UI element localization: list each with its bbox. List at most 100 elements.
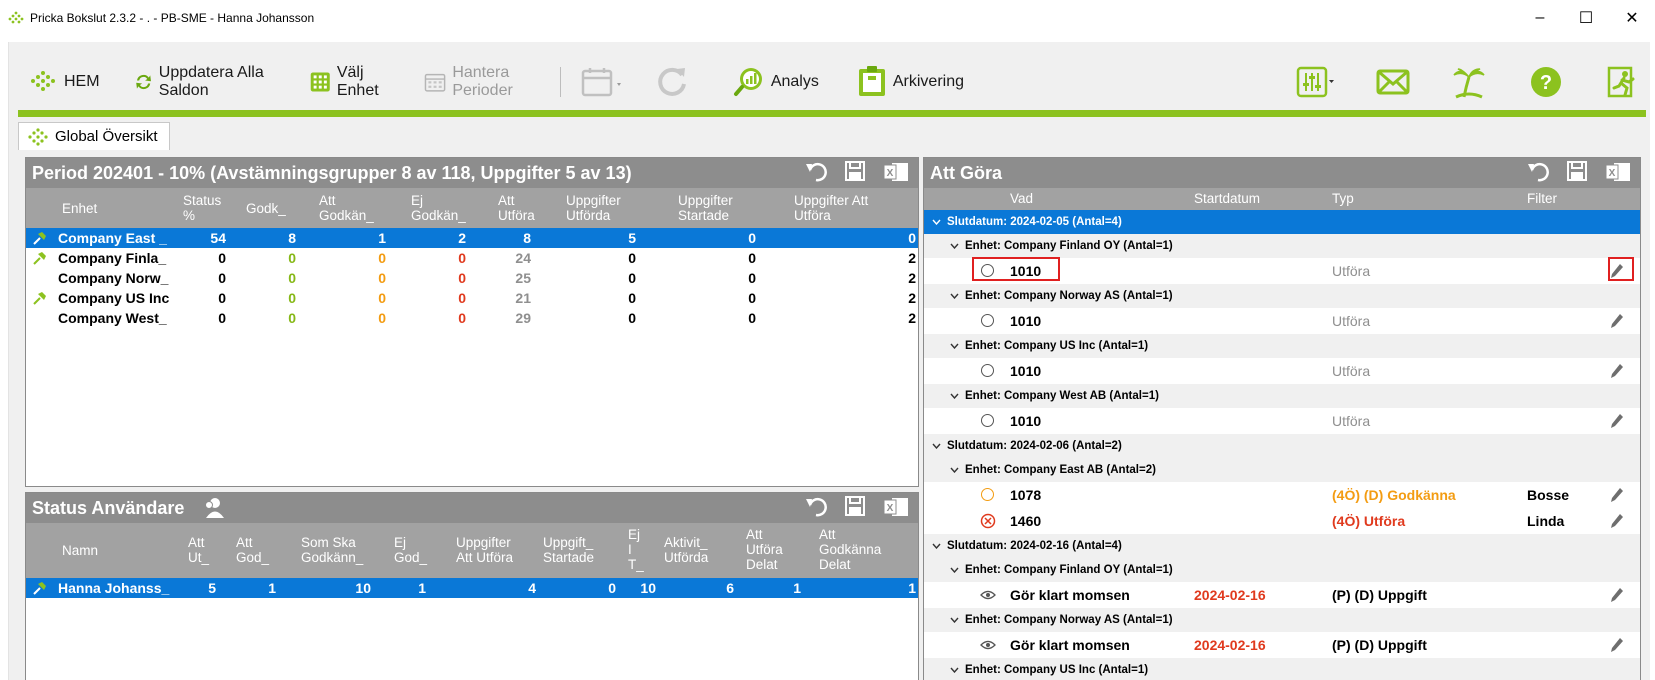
todo-item[interactable]: 1010 Utföra — [924, 408, 1640, 434]
arkivering-button[interactable]: Arkivering — [851, 62, 970, 102]
todo-item[interactable]: Gör klart momsen 2024-02-16 (P) (D) Uppgif… — [924, 632, 1640, 658]
period-row[interactable]: Company US Inc 0 0 0 0 21 0 0 2 — [26, 288, 918, 308]
todo-group-header[interactable]: Slutdatum: 2024-02-05 (Antal=4) — [924, 210, 1640, 234]
chevron-down-icon[interactable] — [932, 443, 941, 449]
undo-icon[interactable] — [804, 495, 828, 517]
excel-export-icon[interactable]: X — [1604, 160, 1632, 184]
col-att-god[interactable]: Att God_ — [236, 535, 276, 565]
rejected-x-icon[interactable] — [980, 513, 996, 529]
hem-button[interactable]: HEM — [22, 62, 106, 102]
chevron-down-icon[interactable] — [932, 219, 941, 225]
col-status[interactable]: Status % — [183, 193, 227, 223]
todo-group-header[interactable]: Enhet: Company East AB (Antal=2) — [924, 458, 1640, 482]
close-button[interactable]: ✕ — [1609, 0, 1655, 36]
help-button[interactable]: ? — [1524, 62, 1574, 102]
todo-group-header[interactable]: Enhet: Company West AB (Antal=1) — [924, 384, 1640, 408]
col-uppgifter-att-utfora[interactable]: Uppgifter Att Utföra — [456, 535, 528, 565]
undo-icon[interactable] — [804, 160, 828, 182]
col-namn[interactable]: Namn — [62, 543, 98, 558]
mail-button[interactable] — [1370, 62, 1422, 102]
edit-pencil-icon[interactable] — [1610, 487, 1624, 503]
col-aktivit-utforda[interactable]: Aktivit_ Utförda — [664, 535, 728, 565]
todo-group-header[interactable]: Enhet: Company Finland OY (Antal=1) — [924, 558, 1640, 582]
col-som-ska-godkann[interactable]: Som Ska Godkänn_ — [301, 535, 381, 565]
todo-group-header[interactable]: Enhet: Company Finland OY (Antal=1) — [924, 234, 1640, 258]
col-uppgift-startade[interactable]: Uppgift_ Startade — [543, 535, 611, 565]
todo-group-header[interactable]: Enhet: Company US Inc (Antal=1) — [924, 658, 1640, 680]
period-row[interactable]: Company West_ 0 0 0 0 29 0 0 2 — [26, 308, 918, 328]
tab-global-oversikt[interactable]: Global Översikt — [18, 122, 170, 150]
hantera-perioder-button[interactable]: Hantera Perioder — [418, 62, 548, 102]
excel-export-icon[interactable]: X — [882, 160, 910, 184]
col-att-ut[interactable]: Att Ut_ — [188, 535, 218, 565]
chevron-down-icon[interactable] — [950, 617, 959, 623]
todo-item[interactable]: 1010 Utföra — [924, 308, 1640, 334]
eye-icon[interactable] — [980, 640, 996, 650]
col-godk[interactable]: Godk_ — [246, 201, 286, 216]
calendar-dropdown-button[interactable] — [573, 62, 635, 102]
edit-pencil-icon[interactable] — [1610, 363, 1624, 379]
chevron-down-icon[interactable] — [950, 393, 959, 399]
status-circle-icon[interactable] — [981, 314, 994, 327]
chevron-down-icon[interactable] — [950, 243, 959, 249]
todo-group-header[interactable]: Enhet: Company US Inc (Antal=1) — [924, 334, 1640, 358]
save-icon[interactable] — [844, 160, 866, 182]
chevron-down-icon[interactable] — [950, 567, 959, 573]
eye-icon[interactable] — [980, 590, 996, 600]
col-filter[interactable]: Filter — [1527, 191, 1557, 206]
edit-pencil-icon[interactable] — [1610, 637, 1624, 653]
col-att-godkan[interactable]: Att Godkän_ — [319, 193, 379, 223]
period-row[interactable]: Company Finla_ 0 0 0 0 24 0 0 2 — [26, 248, 918, 268]
chevron-down-icon[interactable] — [950, 467, 959, 473]
period-row[interactable]: Company Norw_ 0 0 0 0 25 0 0 2 — [26, 268, 918, 288]
status-user-row[interactable]: Hanna Johanss_ 5 1 10 1 4 0 10 6 1 1 — [26, 578, 918, 598]
col-uppgifter-att-utfora[interactable]: Uppgifter Att Utföra — [794, 193, 904, 223]
todo-group-header[interactable]: Enhet: Company Norway AS (Antal=1) — [924, 608, 1640, 632]
todo-group-header[interactable]: Slutdatum: 2024-02-06 (Antal=2) — [924, 434, 1640, 458]
excel-export-icon[interactable]: X — [882, 495, 910, 519]
exit-button[interactable] — [1600, 62, 1650, 102]
edit-pencil-icon[interactable] — [1610, 413, 1624, 429]
reload-button[interactable] — [649, 62, 701, 102]
users-icon[interactable] — [202, 497, 226, 519]
save-icon[interactable] — [844, 495, 866, 517]
todo-item[interactable]: 1460 (4Ö) Utföra Linda — [924, 508, 1640, 534]
chevron-down-icon[interactable] — [950, 343, 959, 349]
chevron-down-icon[interactable] — [932, 543, 941, 549]
settings-sliders-button[interactable] — [1290, 62, 1348, 102]
chevron-down-icon[interactable] — [950, 667, 959, 673]
maximize-button[interactable]: ☐ — [1563, 0, 1609, 36]
col-vad[interactable]: Vad — [1010, 191, 1033, 206]
status-circle-icon[interactable] — [981, 364, 994, 377]
col-att-utfora-delat[interactable]: Att Utföra Delat — [746, 527, 794, 572]
vacation-button[interactable] — [1446, 62, 1498, 102]
todo-item[interactable]: 1010 Utföra — [924, 358, 1640, 384]
analys-button[interactable]: Analys — [727, 62, 825, 102]
undo-icon[interactable] — [1526, 160, 1550, 182]
chevron-down-icon[interactable] — [950, 293, 959, 299]
col-typ[interactable]: Typ — [1332, 191, 1354, 206]
col-ej-i-t[interactable]: Ej I T_ — [628, 527, 644, 572]
minimize-button[interactable]: – — [1517, 0, 1563, 36]
todo-item[interactable]: 1078 (4Ö) (D) Godkänna Bosse — [924, 482, 1640, 508]
todo-item[interactable]: 1010 Utföra — [924, 257, 1640, 284]
todo-item[interactable]: Gör klart momsen 2024-02-16 (P) (D) Uppgif… — [924, 582, 1640, 608]
pending-circle-icon[interactable] — [981, 488, 994, 501]
col-uppgifter-startade[interactable]: Uppgifter Startade — [678, 193, 758, 223]
valj-enhet-button[interactable]: Välj Enhet — [304, 62, 396, 102]
col-ej-godkan[interactable]: Ej Godkän_ — [411, 193, 471, 223]
status-circle-icon[interactable] — [981, 414, 994, 427]
edit-pencil-icon[interactable] — [1610, 513, 1624, 529]
todo-group-header[interactable]: Enhet: Company Norway AS (Antal=1) — [924, 284, 1640, 308]
col-att-godkanna-delat[interactable]: Att Godkänna Delat — [819, 527, 899, 572]
uppdatera-button[interactable]: Uppdatera Alla Saldon — [128, 62, 283, 102]
col-startdatum[interactable]: Startdatum — [1194, 191, 1260, 206]
todo-group-header[interactable]: Slutdatum: 2024-02-16 (Antal=4) — [924, 534, 1640, 558]
col-enhet[interactable]: Enhet — [62, 201, 97, 216]
col-uppgifter-utforda[interactable]: Uppgifter Utförda — [566, 193, 646, 223]
edit-pencil-icon[interactable] — [1610, 313, 1624, 329]
col-att-utfora[interactable]: Att Utföra — [498, 193, 542, 223]
save-icon[interactable] — [1566, 160, 1588, 182]
col-ej-god[interactable]: Ej God_ — [394, 535, 434, 565]
edit-pencil-icon[interactable] — [1610, 587, 1624, 603]
